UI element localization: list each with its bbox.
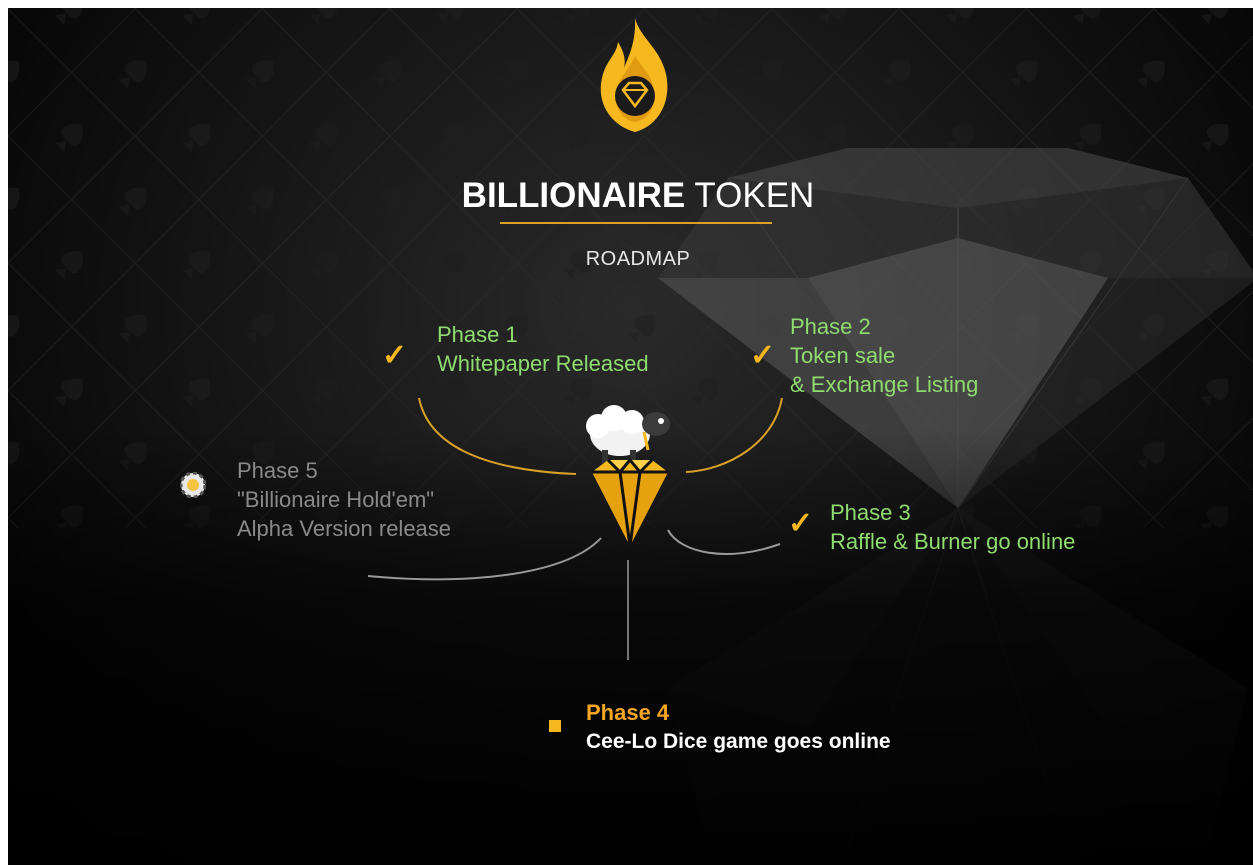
phase-4: Phase 4 Cee-Lo Dice game goes online	[586, 698, 891, 756]
phase-2-line-1: Token sale	[790, 343, 896, 368]
roadmap-canvas: BILLIONAIRE TOKEN ROADMAP ✓ Phase 1 Whit…	[8, 8, 1253, 865]
phase-2-title: Phase 2	[790, 314, 871, 339]
phase-4-line-1: Cee-Lo Dice game goes online	[586, 730, 891, 753]
phase-2-line-2: & Exchange Listing	[790, 372, 979, 397]
phase-3-line-1: Raffle & Burner go online	[830, 529, 1076, 554]
checkmark-icon: ✓	[788, 507, 814, 540]
square-bullet-icon	[549, 720, 561, 732]
phase-3-title: Phase 3	[830, 500, 911, 525]
phase-5-line-1: "Billionaire Hold'em"	[237, 487, 435, 512]
phase-4-title: Phase 4	[586, 700, 670, 725]
phase-5-title: Phase 5	[237, 458, 318, 483]
phase-3: Phase 3 Raffle & Burner go online	[830, 498, 1075, 556]
phase-5-line-2: Alpha Version release	[237, 516, 452, 541]
checkmark-icon: ✓	[750, 339, 776, 372]
poker-chip-icon	[180, 472, 206, 498]
phase-2: Phase 2 Token sale & Exchange Listing	[790, 312, 978, 399]
checkmark-icon: ✓	[382, 339, 408, 372]
phase-5: Phase 5 "Billionaire Hold'em" Alpha Vers…	[237, 456, 451, 543]
phase-1-line-1: Whitepaper Released	[437, 351, 649, 376]
phase-1: Phase 1 Whitepaper Released	[437, 320, 649, 378]
sheep-on-diamond-icon	[586, 405, 670, 547]
phase-1-title: Phase 1	[437, 322, 518, 347]
